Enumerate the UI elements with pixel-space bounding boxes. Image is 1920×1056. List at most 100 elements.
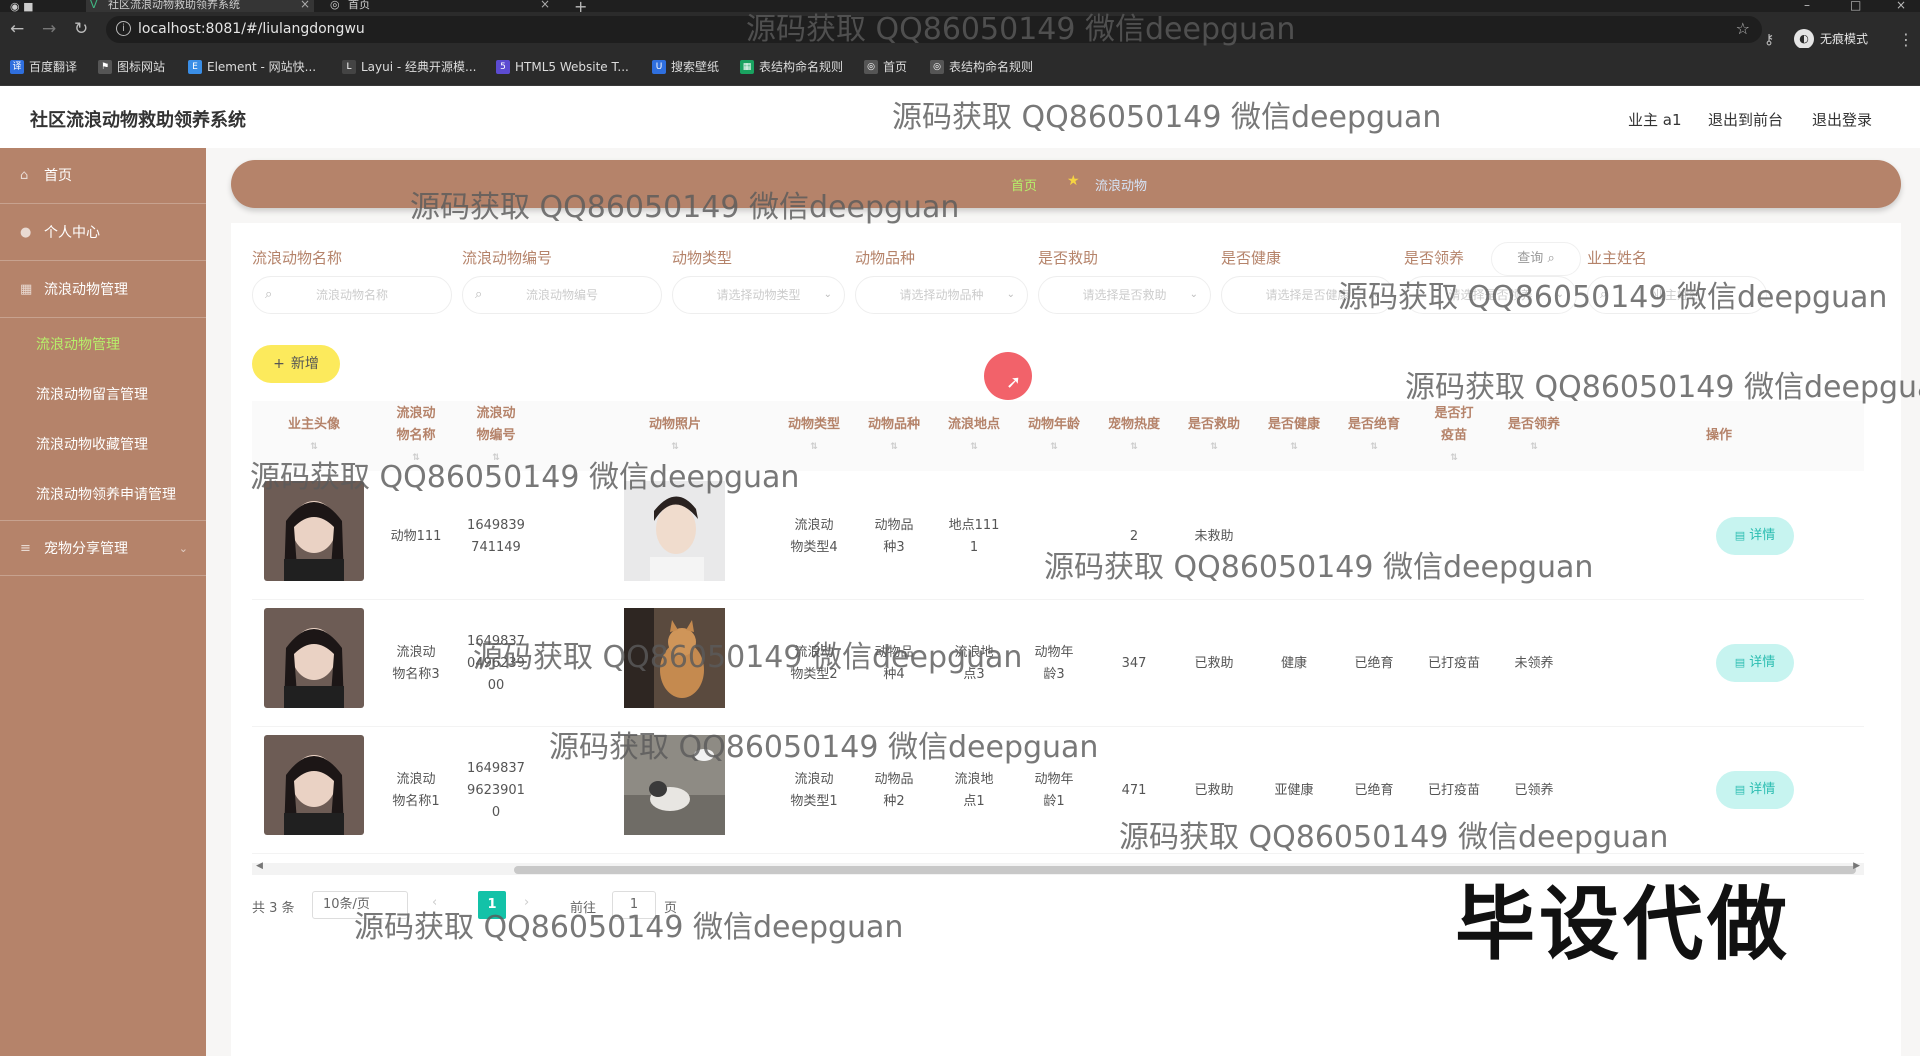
detail-button-label: 详情 bbox=[1749, 655, 1776, 670]
bookmark-item[interactable]: 5 HTML5 Website T... bbox=[496, 59, 629, 75]
animal-name-input[interactable]: ⌕ 流浪动物名称 bbox=[252, 276, 452, 314]
bookmark-item[interactable]: ▦ 表结构命名规则 bbox=[740, 59, 843, 75]
close-tab-icon[interactable]: × bbox=[300, 0, 310, 10]
column-header[interactable]: 动物年龄 ⇅ bbox=[1014, 401, 1094, 471]
bookmark-star-icon[interactable]: ☆ bbox=[1736, 19, 1750, 38]
close-tab-icon[interactable]: × bbox=[540, 0, 550, 10]
sidebar-item-pet-sharing[interactable]: ≡ 宠物分享管理 ⌄ bbox=[0, 520, 206, 576]
column-label: 是否绝育 bbox=[1347, 417, 1400, 432]
detail-button[interactable]: ▤ 详情 bbox=[1716, 644, 1794, 682]
bookmark-item[interactable]: ⚑ 图标网站 bbox=[98, 59, 165, 75]
bookmark-item[interactable]: E Element - 网站快... bbox=[188, 59, 316, 75]
sort-icon[interactable]: ⇅ bbox=[1450, 447, 1458, 469]
detail-button[interactable]: ▤ 详情 bbox=[1716, 771, 1794, 809]
filter-label: 是否领养 bbox=[1404, 249, 1465, 267]
mouse-cursor-icon: ➚ bbox=[1006, 372, 1022, 393]
sidebar-subitem-messages[interactable]: 流浪动物留言管理 bbox=[0, 370, 206, 420]
menu-icon: ≡ bbox=[20, 541, 31, 556]
bookmark-item[interactable]: ◎ 首页 bbox=[864, 59, 907, 75]
browser-tab-active[interactable]: V 社区流浪动物救助领养系统 × bbox=[86, 0, 314, 12]
translate-icon: 译 bbox=[10, 60, 24, 74]
sidebar-subitem-adoption[interactable]: 流浪动物领养申请管理 bbox=[0, 470, 206, 520]
sidebar-item-profile[interactable]: ● 个人中心 bbox=[0, 205, 206, 261]
bookmark-item[interactable]: U 搜索壁纸 bbox=[652, 59, 719, 75]
sidebar-item-label: 流浪动物留言管理 bbox=[36, 387, 148, 403]
column-header[interactable]: 宠物热度 ⇅ bbox=[1094, 401, 1174, 471]
home-icon: ⌂ bbox=[20, 168, 29, 183]
query-button[interactable]: 查询 ⌕ bbox=[1491, 242, 1581, 276]
add-button[interactable]: + 新增 bbox=[252, 345, 340, 383]
breadcrumb-current: 流浪动物 bbox=[1095, 179, 1148, 194]
sidebar-subitem-favorites[interactable]: 流浪动物收藏管理 bbox=[0, 420, 206, 470]
bookmark-label: Layui - 经典开源模... bbox=[361, 60, 477, 74]
animal-breed-select[interactable]: 请选择动物品种 ⌄ bbox=[855, 276, 1028, 314]
sort-icon[interactable]: ⇅ bbox=[890, 436, 898, 458]
column-header[interactable]: 流浪地点 ⇅ bbox=[934, 401, 1014, 471]
sort-icon[interactable]: ⇅ bbox=[1290, 436, 1298, 458]
table-icon: ▦ bbox=[740, 60, 754, 74]
sidebar-item-home[interactable]: ⌂ 首页 bbox=[0, 148, 206, 204]
sort-icon[interactable]: ⇅ bbox=[1370, 436, 1378, 458]
animal-code-input[interactable]: ⌕ 流浪动物编号 bbox=[462, 276, 662, 314]
maximize-icon[interactable]: □ bbox=[1850, 0, 1861, 12]
vaccinated-status: 已打疫苗 bbox=[1427, 655, 1480, 671]
sort-icon[interactable]: ⇅ bbox=[1530, 436, 1538, 458]
exit-to-front-link[interactable]: 退出到前台 bbox=[1708, 109, 1783, 130]
sort-icon[interactable]: ⇅ bbox=[810, 436, 818, 458]
search-icon: ⌕ bbox=[265, 287, 273, 302]
breadcrumb-home[interactable]: 首页 bbox=[1011, 175, 1037, 194]
rescued-select[interactable]: 请选择是否救助 ⌄ bbox=[1038, 276, 1211, 314]
watermark-text: 源码获取 QQ86050149 微信deepguan bbox=[1405, 370, 1920, 405]
scroll-right-icon[interactable]: ▶ bbox=[1853, 861, 1860, 871]
column-header[interactable]: 是否绝育 ⇅ bbox=[1334, 401, 1414, 471]
browser-menu-icon[interactable]: ⋮ bbox=[1898, 30, 1914, 49]
watermark-text: 源码获取 QQ86050149 微信deepguan bbox=[410, 190, 960, 225]
animal-type-select[interactable]: 请选择动物类型 ⌄ bbox=[672, 276, 845, 314]
animal-name: 流浪动物名称3 bbox=[376, 600, 456, 727]
bookmark-item[interactable]: 译 百度翻译 bbox=[10, 59, 77, 75]
forward-icon[interactable]: → bbox=[42, 20, 56, 38]
sidebar-item-animal-management[interactable]: ▦ 流浪动物管理 bbox=[0, 262, 206, 318]
animal-photo bbox=[624, 481, 725, 581]
reload-icon[interactable]: ↻ bbox=[74, 20, 88, 38]
scroll-left-icon[interactable]: ◀ bbox=[256, 861, 263, 871]
back-icon[interactable]: ← bbox=[10, 20, 24, 38]
incognito-indicator[interactable]: ◐ 无痕模式 bbox=[1794, 28, 1868, 50]
animal-photo-image bbox=[624, 481, 725, 581]
sidebar-item-label: 流浪动物领养申请管理 bbox=[36, 487, 176, 503]
minimize-icon[interactable]: – bbox=[1804, 0, 1810, 12]
info-icon[interactable]: i bbox=[116, 21, 131, 36]
detail-button[interactable]: ▤ 详情 bbox=[1716, 517, 1794, 555]
bookmark-label: 表结构命名规则 bbox=[759, 60, 844, 74]
column-label: 业主头像 bbox=[287, 417, 340, 432]
column-label: 动物类型 bbox=[787, 417, 840, 432]
query-button-label: 查询 bbox=[1517, 251, 1544, 266]
sort-icon[interactable]: ⇅ bbox=[970, 436, 978, 458]
browser-tab-inactive[interactable]: ◎ 首页 × bbox=[326, 0, 554, 12]
column-header[interactable]: 是否打疫苗 ⇅ bbox=[1414, 401, 1494, 471]
column-header[interactable]: 动物品种 ⇅ bbox=[854, 401, 934, 471]
document-icon: ▤ bbox=[1734, 529, 1746, 542]
animal-breed-text: 动物品种3 bbox=[874, 517, 914, 555]
watermark-text: 源码获取 QQ86050149 微信deepguan bbox=[746, 12, 1296, 47]
column-header[interactable]: 是否健康 ⇅ bbox=[1254, 401, 1334, 471]
bookmark-item[interactable]: ◎ 表结构命名规则 bbox=[930, 59, 1033, 75]
stray-place-text: 地点1111 bbox=[948, 517, 1000, 555]
bookmark-item[interactable]: L Layui - 经典开源模... bbox=[342, 59, 476, 75]
column-label: 是否领养 bbox=[1507, 417, 1560, 432]
document-icon: ▤ bbox=[1734, 783, 1746, 796]
key-icon[interactable]: ⚷ bbox=[1764, 32, 1774, 48]
close-window-icon[interactable]: × bbox=[1896, 0, 1906, 12]
bookmark-label: 图标网站 bbox=[117, 60, 166, 74]
sort-icon[interactable]: ⇅ bbox=[1130, 436, 1138, 458]
column-header[interactable]: 是否救助 ⇅ bbox=[1174, 401, 1254, 471]
owner-avatar-image bbox=[264, 481, 364, 581]
detail-button-label: 详情 bbox=[1749, 782, 1776, 797]
sidebar-subitem-animals[interactable]: 流浪动物管理 bbox=[0, 320, 206, 370]
logout-link[interactable]: 退出登录 bbox=[1812, 109, 1872, 130]
sort-icon[interactable]: ⇅ bbox=[1210, 436, 1218, 458]
sort-icon[interactable]: ⇅ bbox=[1050, 436, 1058, 458]
document-icon: ▤ bbox=[1734, 656, 1746, 669]
column-header[interactable]: 是否领养 ⇅ bbox=[1494, 401, 1574, 471]
animal-code-text: 16498379623901 0 bbox=[467, 760, 525, 820]
